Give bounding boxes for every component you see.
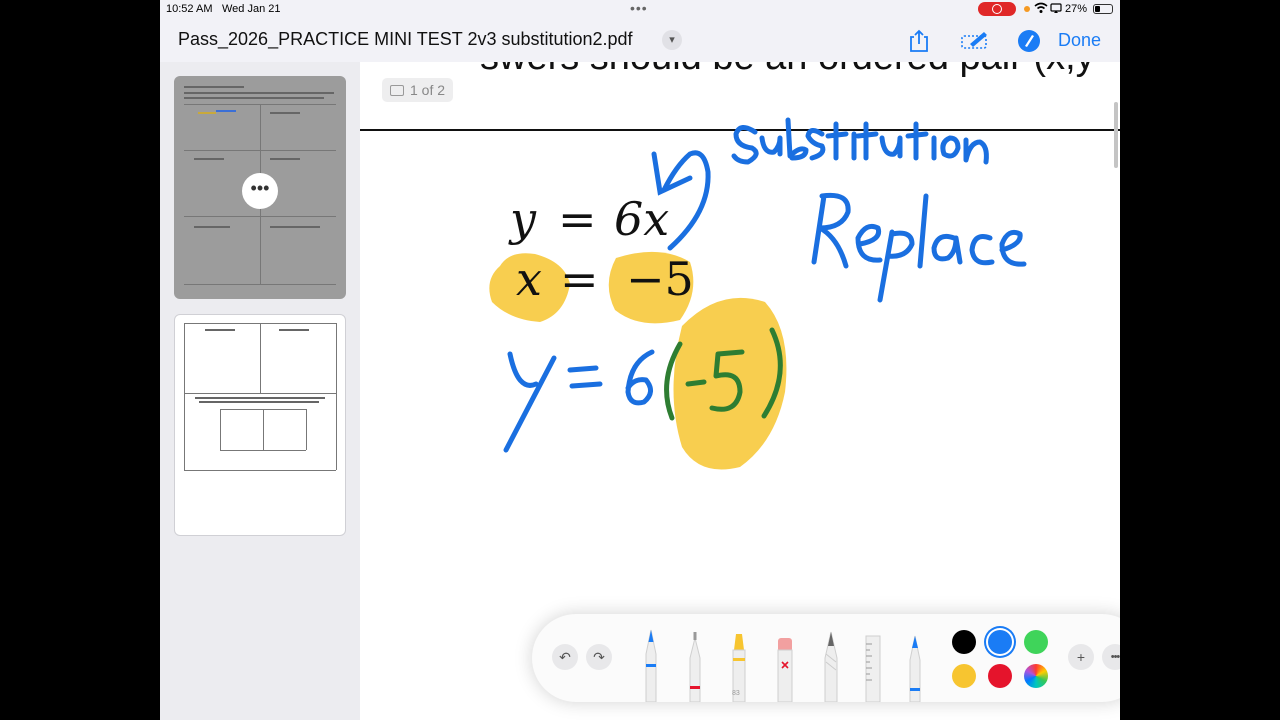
- wifi-icon: [1034, 2, 1062, 17]
- thumbnail-sidebar: •••: [160, 62, 360, 720]
- eraser-tool[interactable]: [774, 628, 796, 703]
- thumb-grid-line: [184, 393, 336, 394]
- thumb-table-line: [220, 450, 306, 451]
- thumb-text-line: [270, 112, 300, 114]
- handwriting-arrow: [651, 150, 711, 251]
- thumb-text-line: [199, 401, 319, 403]
- thumb-text-line: [205, 329, 235, 331]
- page-options-button[interactable]: •••: [242, 173, 278, 209]
- thumb-text-line: [270, 226, 320, 228]
- chevron-down-icon[interactable]: ▾: [662, 30, 682, 50]
- undo-button[interactable]: ↶: [552, 644, 578, 670]
- monoline-tool[interactable]: [684, 628, 706, 703]
- color-black-swatch[interactable]: [952, 630, 976, 654]
- color-yellow-swatch[interactable]: [952, 664, 976, 688]
- color-red-swatch[interactable]: [988, 664, 1012, 688]
- color-green-swatch[interactable]: [1024, 630, 1048, 654]
- color-picker-swatch[interactable]: [1024, 664, 1048, 688]
- page-thumbnail-2[interactable]: [174, 314, 346, 536]
- thumb-grid-line: [184, 284, 336, 285]
- thumb-text-line: [194, 158, 224, 160]
- highlighter-tool[interactable]: 83: [728, 628, 750, 703]
- document-title[interactable]: Pass_2026_PRACTICE MINI TEST 2v3 substit…: [178, 29, 633, 50]
- fountain-pen-tool[interactable]: [904, 628, 926, 703]
- page-thumbnail-1[interactable]: •••: [174, 76, 346, 299]
- pen-tool[interactable]: [640, 628, 662, 703]
- thumb-text-line: [184, 92, 334, 94]
- more-options-button[interactable]: •••: [1102, 644, 1120, 670]
- thumb-text-line: [184, 86, 244, 88]
- thumb-text-line: [270, 158, 300, 160]
- thumb-text-line: [195, 397, 325, 399]
- thumb-text-line: [279, 329, 309, 331]
- thumb-grid-line: [260, 323, 261, 393]
- markup-toolbar: ↶ ↷ 83 + •••: [532, 614, 1120, 703]
- pdf-page[interactable]: swers should be an ordered pair (x,y 1 o…: [360, 62, 1120, 720]
- highlighter-width-label: 83: [732, 690, 740, 697]
- markup-icon[interactable]: [960, 28, 987, 52]
- title-bar: Pass_2026_PRACTICE MINI TEST 2v3 substit…: [160, 18, 1120, 62]
- done-button[interactable]: Done: [1058, 30, 1101, 51]
- battery-percent: 27%: [1065, 3, 1088, 15]
- pencil-tool[interactable]: [820, 628, 842, 703]
- thumb-text-line: [194, 226, 230, 228]
- mic-indicator-icon: [1024, 6, 1030, 12]
- add-button[interactable]: +: [1068, 644, 1094, 670]
- redo-button[interactable]: ↷: [586, 644, 612, 670]
- battery-icon: [1093, 4, 1113, 14]
- status-date: Wed Jan 21: [222, 3, 281, 15]
- thumb-grid-line: [184, 323, 185, 470]
- scrollbar[interactable]: [1114, 102, 1118, 168]
- color-blue-swatch[interactable]: [988, 630, 1012, 654]
- recording-indicator-icon[interactable]: [978, 2, 1016, 16]
- thumb-table-line: [220, 409, 221, 450]
- ruler-tool[interactable]: [862, 628, 884, 703]
- status-bar: 10:52 AM Wed Jan 21 ••• 27%: [160, 0, 1120, 18]
- handwriting-replace: [811, 192, 1027, 303]
- ipad-screen: 10:52 AM Wed Jan 21 ••• 27% Pass_2026_PR…: [160, 0, 1120, 720]
- thumb-text-line: [184, 97, 324, 99]
- thumb-ink: [216, 110, 236, 112]
- thumb-grid-line: [336, 323, 337, 470]
- share-icon[interactable]: [906, 28, 932, 52]
- handwriting-substitution: [731, 117, 989, 165]
- thumb-table-line: [306, 409, 307, 450]
- thumb-table-line: [263, 409, 264, 450]
- status-time: 10:52 AM: [166, 3, 213, 15]
- thumb-highlight: [198, 112, 216, 114]
- multitasking-handle[interactable]: •••: [630, 0, 648, 16]
- handwriting-work: [503, 327, 783, 453]
- thumb-grid-line: [184, 470, 336, 471]
- pencil-circle-icon[interactable]: [1016, 28, 1042, 52]
